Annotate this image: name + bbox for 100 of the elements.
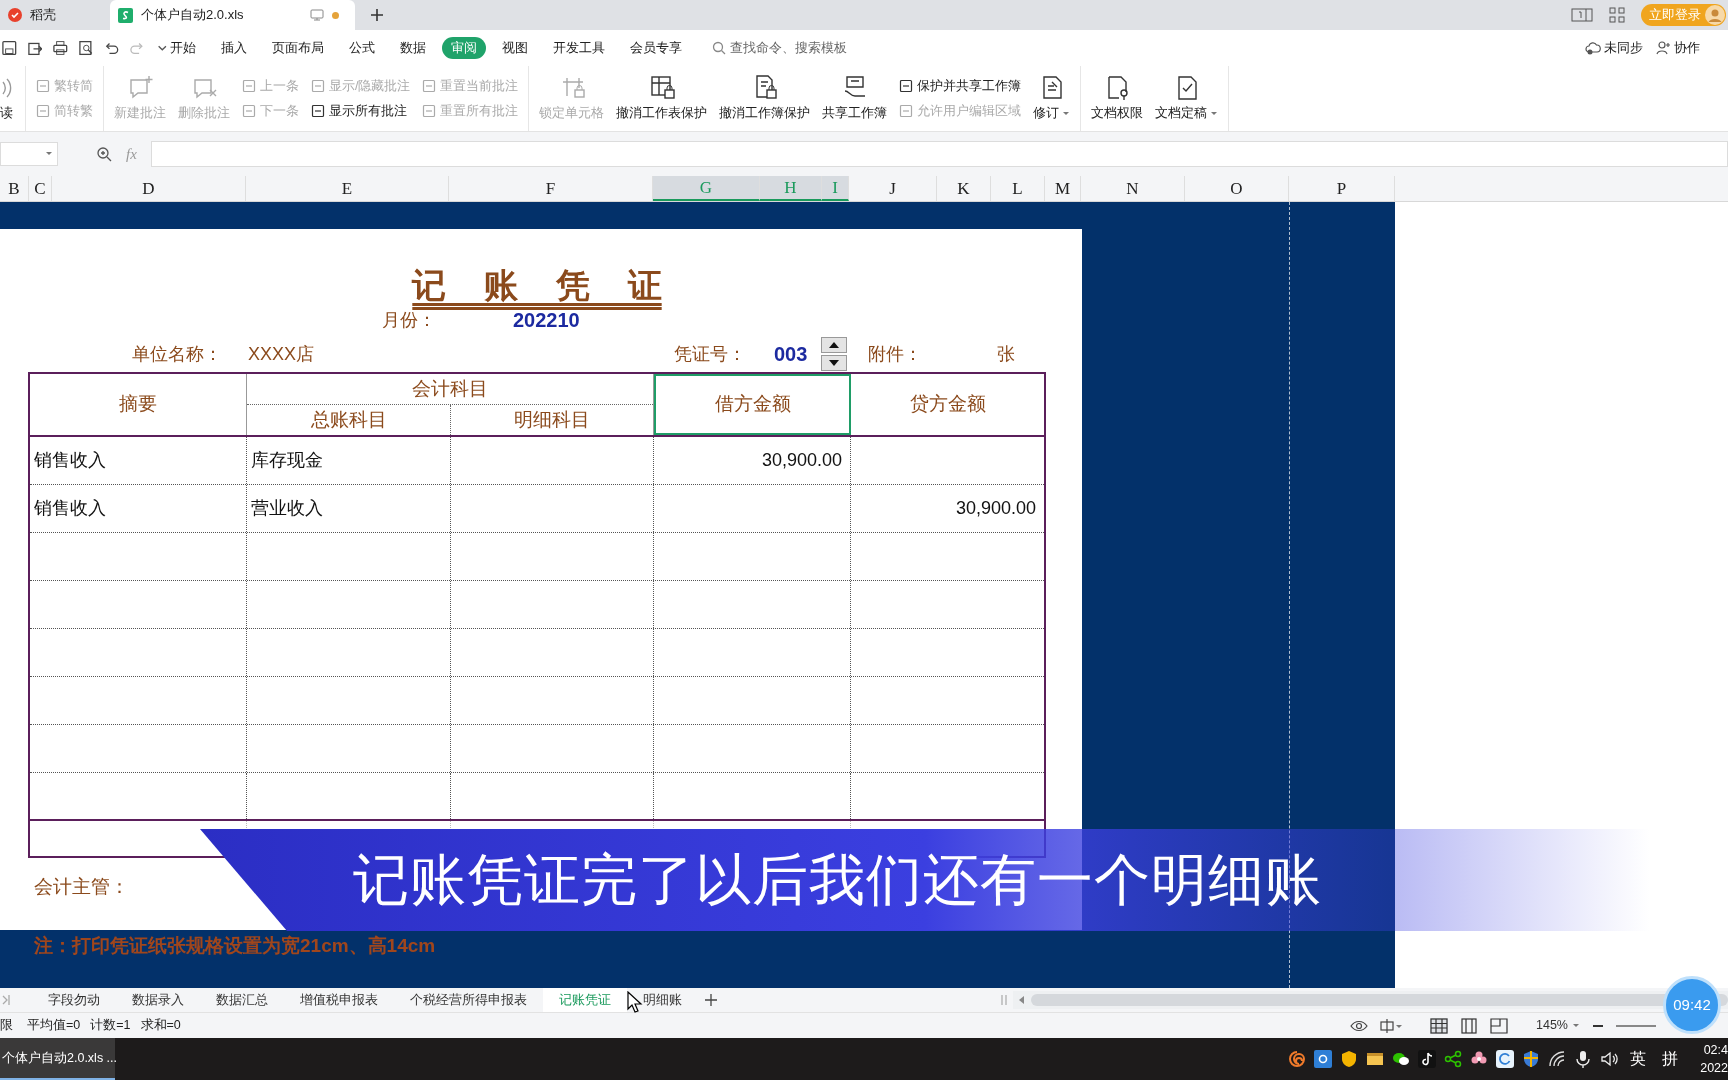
ribbon-button[interactable]: 文档权限	[1091, 66, 1144, 131]
column-header[interactable]: P	[1289, 176, 1395, 201]
column-header[interactable]: K	[937, 176, 991, 201]
zoom-icon[interactable]	[96, 146, 112, 162]
column-header[interactable]: E	[246, 176, 449, 201]
menu-tab[interactable]: 开发工具	[553, 38, 605, 58]
zoom-dropdown[interactable]: 145%	[1536, 1016, 1580, 1035]
small-tool-icon	[36, 103, 50, 118]
music-note-icon[interactable]	[1418, 1050, 1436, 1068]
column-header[interactable]: B	[0, 176, 29, 201]
table-cell: 30,900.00	[654, 437, 851, 484]
column-header[interactable]: J	[849, 176, 937, 201]
wifi-icon[interactable]	[1548, 1050, 1566, 1068]
search-field[interactable]: 查找命令、搜索模板	[710, 36, 862, 60]
sheet-tab[interactable]: 记账凭证	[543, 988, 627, 1012]
zoom-out-icon[interactable]	[1592, 1023, 1604, 1028]
share-nodes-icon[interactable]	[1444, 1050, 1462, 1068]
security-shield-icon[interactable]	[1522, 1050, 1540, 1068]
toolbar-button[interactable]: 未同步	[1585, 38, 1643, 58]
print-icon[interactable]	[53, 40, 68, 56]
export-icon[interactable]	[27, 40, 43, 56]
status-text: 求和=0	[140, 1017, 181, 1035]
microphone-icon[interactable]	[1574, 1050, 1592, 1068]
voucher-number: 003	[774, 342, 809, 367]
ribbon-button[interactable]: 撤消工作簿保护	[719, 66, 811, 131]
table-header: 摘要	[30, 374, 247, 435]
column-header[interactable]: D	[52, 176, 246, 201]
splitter-handle[interactable]	[1001, 994, 1007, 1006]
small-tool-icon	[422, 79, 437, 94]
voucher-number-label: 凭证号：	[674, 342, 747, 366]
add-tab-icon[interactable]	[369, 7, 385, 23]
file-tab[interactable]: 稻壳	[0, 0, 105, 30]
small-tool-icon	[36, 79, 50, 94]
menu-tab[interactable]: 公式	[349, 38, 375, 58]
ribbon-button[interactable]: 文档定稿	[1155, 66, 1219, 131]
ribbon-button[interactable]: 修订	[1033, 66, 1071, 131]
sheet-tab[interactable]: 字段勿动	[32, 988, 116, 1012]
column-header[interactable]: C	[29, 176, 52, 201]
column-header[interactable]: O	[1185, 176, 1289, 201]
window-icon[interactable]	[1366, 1050, 1384, 1068]
sheet-tab[interactable]: 数据汇总	[200, 988, 284, 1012]
ribbon-button[interactable]: 显示所有批注	[311, 101, 411, 121]
status-text: 计数=1	[90, 1017, 131, 1035]
menu-tab[interactable]: 视图	[502, 38, 528, 58]
table-cell: 销售收入	[30, 485, 247, 532]
save-icon[interactable]	[2, 40, 17, 56]
menu-tab[interactable]: 开始	[170, 38, 196, 58]
speaker-icon[interactable]	[1600, 1050, 1618, 1068]
layout-icon[interactable]	[1380, 1018, 1402, 1033]
table-header: 总账科目	[247, 405, 451, 435]
sheet-tab[interactable]: 增值税申报表	[284, 988, 394, 1012]
toolbar-button[interactable]: 协作	[1655, 38, 1700, 58]
clock-date[interactable]: 2022	[1700, 1059, 1728, 1077]
table-header[interactable]: 借方金额	[654, 374, 851, 435]
apps-grid-icon[interactable]	[1609, 7, 1625, 23]
sheet-tab[interactable]: 个税经营所得申报表	[394, 988, 543, 1012]
sheet-tab[interactable]: 数据录入	[116, 988, 200, 1012]
caption-text: 记账凭证完了以后我们还有一个明细账	[353, 847, 1322, 913]
normal-view-icon[interactable]	[1430, 1017, 1448, 1034]
chat-icon[interactable]	[1392, 1050, 1410, 1068]
window-mode-icon[interactable]	[1571, 7, 1593, 23]
cloud-icon	[1585, 40, 1601, 56]
ribbon-button[interactable]: 撤消工作表保护	[616, 66, 708, 131]
column-header[interactable]: L	[991, 176, 1045, 201]
print-note: 注：打印凭证纸张规格设置为宽21cm、高14cm	[34, 933, 436, 958]
unit-label: 单位名称：	[132, 342, 223, 366]
ribbon-button[interactable]: 共享工作簿	[822, 66, 888, 131]
swirl-icon[interactable]	[1288, 1050, 1306, 1068]
file-tab[interactable]: 个体户自动2.0.xls	[110, 0, 355, 30]
taskbar-window-button[interactable]: 个体户自动2.0.xls ...	[0, 1038, 115, 1080]
spreadsheet-icon	[118, 7, 133, 23]
small-tool-icon	[242, 79, 256, 94]
page-layout-icon[interactable]	[1460, 1017, 1478, 1034]
add-sheet-icon[interactable]	[704, 993, 718, 1007]
menu-tab[interactable]: 会员专享	[630, 38, 682, 58]
page-break-icon[interactable]	[1490, 1017, 1508, 1034]
search-icon	[712, 41, 726, 55]
input-method-indicator[interactable]: 英	[1630, 1047, 1646, 1071]
spin-down-button[interactable]	[821, 355, 847, 371]
small-tool-icon	[899, 79, 914, 94]
ribbon-button[interactable]: 读	[0, 66, 13, 131]
table-header: 明细科目	[513, 407, 591, 432]
clock-time[interactable]: 02:4	[1703, 1041, 1728, 1059]
attachments-label: 附件：	[868, 342, 923, 366]
input-method-indicator[interactable]: 拼	[1662, 1047, 1678, 1071]
shield-icon[interactable]	[1340, 1050, 1358, 1068]
print-preview-icon[interactable]	[78, 40, 94, 56]
formula-input[interactable]	[150, 141, 1728, 167]
undo-icon[interactable]	[104, 40, 119, 56]
menu-tab[interactable]: 插入	[221, 38, 247, 58]
horizontal-scrollbar[interactable]	[1013, 991, 1728, 1009]
refresh-icon[interactable]	[1496, 1050, 1514, 1068]
column-header[interactable]: N	[1081, 176, 1185, 201]
eye-icon[interactable]	[1350, 1018, 1368, 1033]
scroll-left-icon[interactable]	[1019, 996, 1025, 1004]
menu-tab[interactable]: 页面布局	[272, 38, 324, 58]
spin-up-button[interactable]	[821, 337, 847, 353]
ribbon-button[interactable]: 保护并共享工作簿	[899, 76, 1022, 96]
column-header[interactable]: M	[1045, 176, 1081, 201]
menu-tab[interactable]: 数据	[400, 38, 426, 58]
